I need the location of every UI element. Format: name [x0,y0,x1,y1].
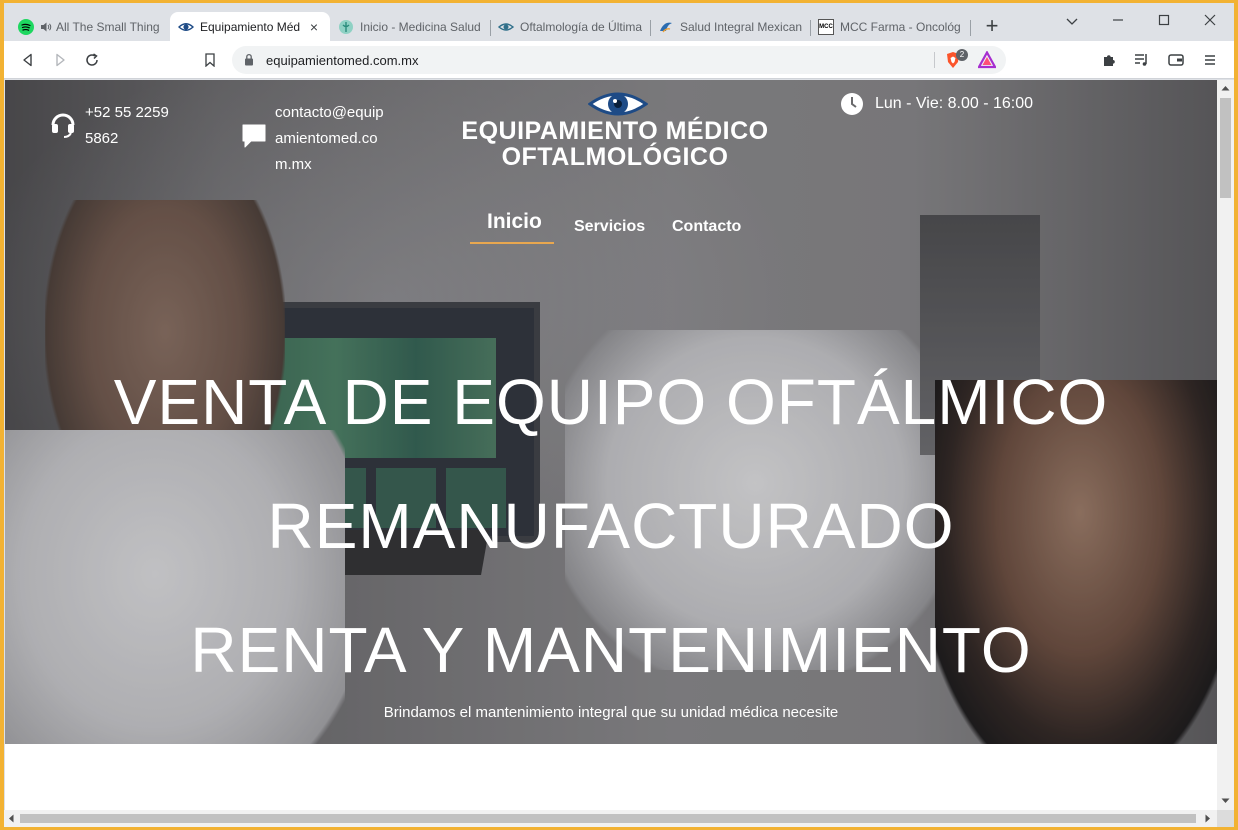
clock-icon [840,92,864,121]
business-hours: Lun - Vie: 8.00 - 16:00 [875,95,1034,112]
nav-contacto[interactable]: Contacto [672,218,741,236]
contact-email[interactable]: contacto@equipamientomed.com.mx [275,100,385,178]
back-button[interactable] [18,50,38,70]
forward-arrow-icon [56,53,65,67]
eye-icon [498,19,514,35]
hero-subtitle: Brindamos el mantenimiento integral que … [383,704,839,721]
spotify-icon [18,18,34,35]
mcc-favicon-text: MCC [819,23,833,30]
reload-button[interactable] [82,50,102,70]
tab-oftalmologia[interactable]: Oftalmología de Última [490,12,650,41]
tab-spotify[interactable]: All The Small Thing [10,12,170,41]
chat-bubble-icon [240,122,268,155]
tab-title: Oftalmología de Última [520,19,642,34]
tab-medicina-salud[interactable]: Inicio - Medicina Salud [330,12,490,41]
site-logo-text[interactable]: EQUIPAMIENTO MÉDICO OFTALMOLÓGICO [445,118,785,170]
omnibox-divider [934,52,935,68]
page-viewport: +52 55 2259 5862 contacto@equipamientome… [5,80,1217,810]
browser-toolbar: equipamientomed.com.mx 2 [4,41,1234,79]
tab-title: All The Small Thing [56,19,160,34]
horizontal-scrollbar[interactable] [4,810,1217,827]
vertical-scrollbar[interactable] [1217,80,1234,810]
medical-logo-icon [338,19,354,35]
tab-title: Inicio - Medicina Salud [360,19,481,34]
maximize-button[interactable] [1144,9,1184,35]
tab-title: Salud Integral Mexican [680,19,802,34]
tab-search-button[interactable] [1052,9,1092,35]
eye-icon [178,19,194,35]
wallet-icon [1168,54,1184,66]
extensions-button[interactable] [1100,50,1120,70]
minimize-button[interactable] [1098,9,1138,35]
chevron-down-icon [1066,18,1078,25]
headline-line-2: REMANUFACTURADO [267,490,955,562]
close-tab-icon[interactable]: × [306,19,322,35]
nav-active-underline [470,242,554,244]
back-arrow-icon [23,53,32,67]
tab-equipamiento[interactable]: Equipamiento Méd × [170,12,330,41]
audio-playing-icon[interactable] [40,19,52,35]
new-tab-button[interactable]: + [980,15,1004,39]
url-text: equipamientomed.com.mx [266,53,419,68]
playlist-icon [1135,54,1147,66]
brave-rewards-icon[interactable] [977,50,997,74]
vertical-scroll-thumb[interactable] [1220,98,1231,198]
media-controls-button[interactable] [1132,50,1152,70]
mcc-logo-icon: MCC [818,18,834,35]
forward-button[interactable] [50,50,70,70]
bookmark-icon [205,53,215,67]
shields-count-badge: 2 [956,49,968,61]
tab-salud-integral[interactable]: Salud Integral Mexican [650,12,810,41]
logo-line-1: EQUIPAMIENTO MÉDICO [461,117,769,145]
menu-button[interactable] [1200,50,1220,70]
maximize-icon [1158,14,1170,26]
close-window-button[interactable] [1190,9,1230,35]
tab-title: MCC Farma - Oncológ [840,19,961,34]
close-icon [1204,14,1216,26]
scrollbar-corner [1217,810,1234,827]
hamburger-menu-icon [1205,55,1215,65]
tab-mcc-farma[interactable]: MCC MCC Farma - Oncológ [810,12,970,41]
wallet-button[interactable] [1166,50,1186,70]
phone-number[interactable]: +52 55 2259 5862 [85,100,195,152]
headset-icon [49,110,77,143]
tab-strip: All The Small Thing Equipamiento Méd × I… [4,3,1234,41]
headline-line-1: VENTA DE EQUIPO OFTÁLMICO [113,366,1109,438]
hero-headline: VENTA DE EQUIPO OFTÁLMICO REMANUFACTURAD… [5,340,1217,712]
scroll-up-arrow-icon[interactable] [1221,85,1230,91]
bookmark-button[interactable] [200,50,220,70]
lock-icon [244,53,254,71]
horizontal-scroll-thumb[interactable] [20,814,1196,823]
bird-logo-icon [658,19,674,35]
address-bar[interactable]: equipamientomed.com.mx 2 [232,46,1006,74]
tab-title: Equipamiento Méd [200,19,301,34]
browser-window: All The Small Thing Equipamiento Méd × I… [4,3,1234,827]
scroll-left-arrow-icon[interactable] [8,814,14,823]
reload-icon [86,53,98,66]
hero-section: +52 55 2259 5862 contacto@equipamientome… [5,80,1217,744]
logo-line-2: OFTALMOLÓGICO [501,143,729,171]
nav-servicios[interactable]: Servicios [574,218,645,236]
puzzle-icon [1104,55,1115,66]
nav-inicio[interactable]: Inicio [487,210,542,234]
minimize-icon [1113,19,1123,21]
tab-separator [970,20,971,36]
headline-line-3: RENTA Y MANTENIMIENTO [190,614,1032,686]
scroll-down-arrow-icon[interactable] [1221,798,1230,804]
scroll-right-arrow-icon[interactable] [1205,814,1211,823]
